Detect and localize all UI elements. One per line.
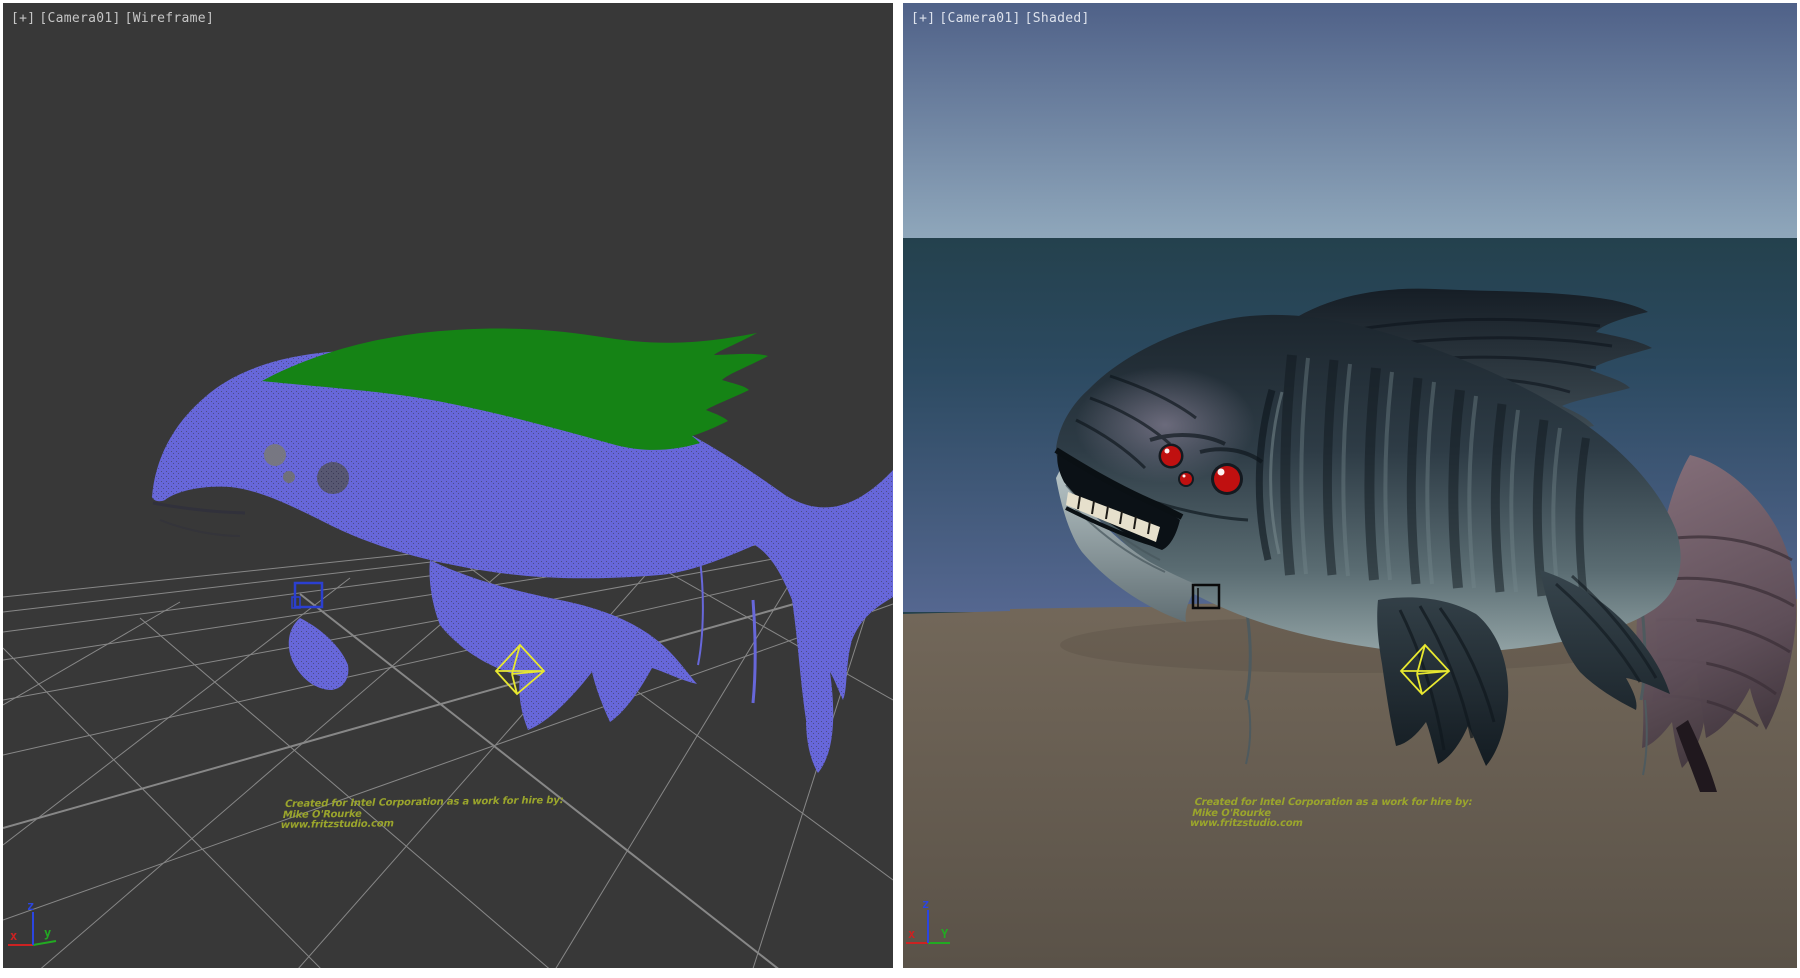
watermark-line1: Created for Intel Corporation as a work …	[1193, 798, 1473, 809]
viewport-shading-menu[interactable]: [Shaded]	[1025, 11, 1090, 26]
eye-medium-glint	[1165, 449, 1170, 454]
eye-small-glint	[1183, 475, 1186, 478]
watermark-text: Created for Intel Corporation as a work …	[1189, 798, 1473, 830]
eye-large	[1214, 466, 1240, 492]
eye-small	[1180, 473, 1192, 485]
shaded-viewport[interactable]: x Y z [+] [Camera01] [Shaded] Created fo…	[903, 3, 1797, 968]
viewport-expand-button[interactable]: [+]	[11, 11, 35, 26]
eye-spot-large	[264, 444, 286, 466]
axis-x-label: x	[908, 927, 915, 941]
eye-medium	[1161, 446, 1181, 466]
eye-spot-small	[283, 471, 295, 483]
axis-x-label: x	[10, 929, 17, 943]
wireframe-viewport[interactable]: x y z [+] [Camera01] [Wireframe] Created…	[3, 3, 893, 968]
watermark-line3: www.fritzstudio.com	[1189, 819, 1469, 830]
eye-large-glint	[1218, 469, 1225, 476]
viewport-label: [+] [Camera01] [Wireframe]	[11, 11, 214, 26]
sky	[903, 3, 1797, 238]
eye-mesh-stipple	[317, 462, 349, 494]
viewport-label: [+] [Camera01] [Shaded]	[911, 11, 1090, 26]
axis-y-label: y	[44, 926, 51, 940]
viewport-expand-button[interactable]: [+]	[911, 11, 935, 26]
axis-z-label: z	[922, 897, 929, 911]
viewport-camera-menu[interactable]: [Camera01]	[939, 11, 1020, 26]
axis-y-label: Y	[941, 927, 949, 941]
viewport-frame: x y z [+] [Camera01] [Wireframe] Created…	[0, 0, 1800, 978]
viewport-shading-menu[interactable]: [Wireframe]	[125, 11, 214, 26]
axis-z-label: z	[27, 899, 34, 913]
viewport-camera-menu[interactable]: [Camera01]	[39, 11, 120, 26]
watermark-text: Created for Intel Corporation as a work …	[279, 796, 564, 831]
